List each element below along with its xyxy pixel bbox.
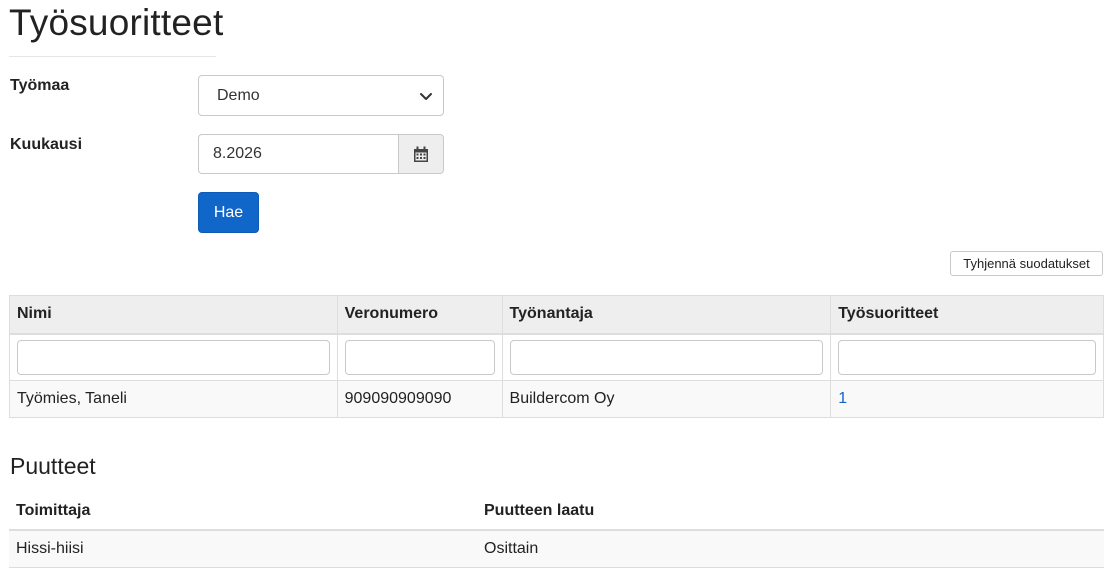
search-button[interactable]: Hae [198, 192, 259, 233]
column-header-name[interactable]: Nimi [9, 295, 338, 335]
site-select[interactable]: Demo [198, 75, 444, 116]
column-header-supplier: Toimittaja [9, 492, 477, 531]
cell-name: Työmies, Taneli [9, 380, 338, 418]
deficiencies-table: Toimittaja Puutteen laatu Hissi-hiisi Os… [9, 492, 1104, 568]
month-label: Kuukausi [10, 136, 83, 153]
filter-cell [9, 333, 338, 381]
table-row: Työmies, Taneli 909090909090 Buildercom … [9, 380, 1104, 418]
month-input[interactable]: 8.2026 [198, 134, 398, 174]
workers-table: Nimi Veronumero Työnantaja Työsuoritteet… [9, 295, 1104, 418]
column-header-employer[interactable]: Työnantaja [501, 295, 832, 335]
cell-tax-number: 909090909090 [336, 380, 503, 418]
cell-work-count: 1 [830, 380, 1104, 418]
column-header-deficiency-quality: Puutteen laatu [477, 492, 1104, 531]
work-count-filter-input[interactable] [838, 339, 1096, 375]
cell-supplier: Hissi-hiisi [9, 530, 477, 568]
column-header-work-count[interactable]: Työsuoritteet [830, 295, 1104, 335]
work-count-link[interactable]: 1 [838, 390, 847, 407]
cell-employer: Buildercom Oy [501, 380, 832, 418]
calendar-button[interactable] [398, 134, 444, 174]
clear-filters-button[interactable]: Tyhjennä suodatukset [950, 251, 1103, 276]
filter-cell [830, 333, 1104, 381]
page-title: Työsuoritteet [9, 2, 224, 43]
employer-filter-input[interactable] [509, 339, 824, 375]
chevron-down-icon [420, 93, 432, 100]
title-divider [9, 56, 216, 57]
name-filter-input[interactable] [17, 339, 330, 375]
table-row: Hissi-hiisi Osittain [9, 530, 1104, 568]
tax-number-filter-input[interactable] [344, 339, 495, 375]
calendar-icon [414, 146, 428, 162]
site-select-value: Demo [217, 86, 260, 104]
site-label: Työmaa [10, 77, 70, 94]
deficiencies-title: Puutteet [10, 453, 96, 479]
month-input-value: 8.2026 [213, 145, 262, 162]
cell-deficiency-quality: Osittain [477, 530, 1104, 568]
filter-cell [501, 333, 832, 381]
filter-cell [336, 333, 503, 381]
column-header-tax-number[interactable]: Veronumero [336, 295, 503, 335]
